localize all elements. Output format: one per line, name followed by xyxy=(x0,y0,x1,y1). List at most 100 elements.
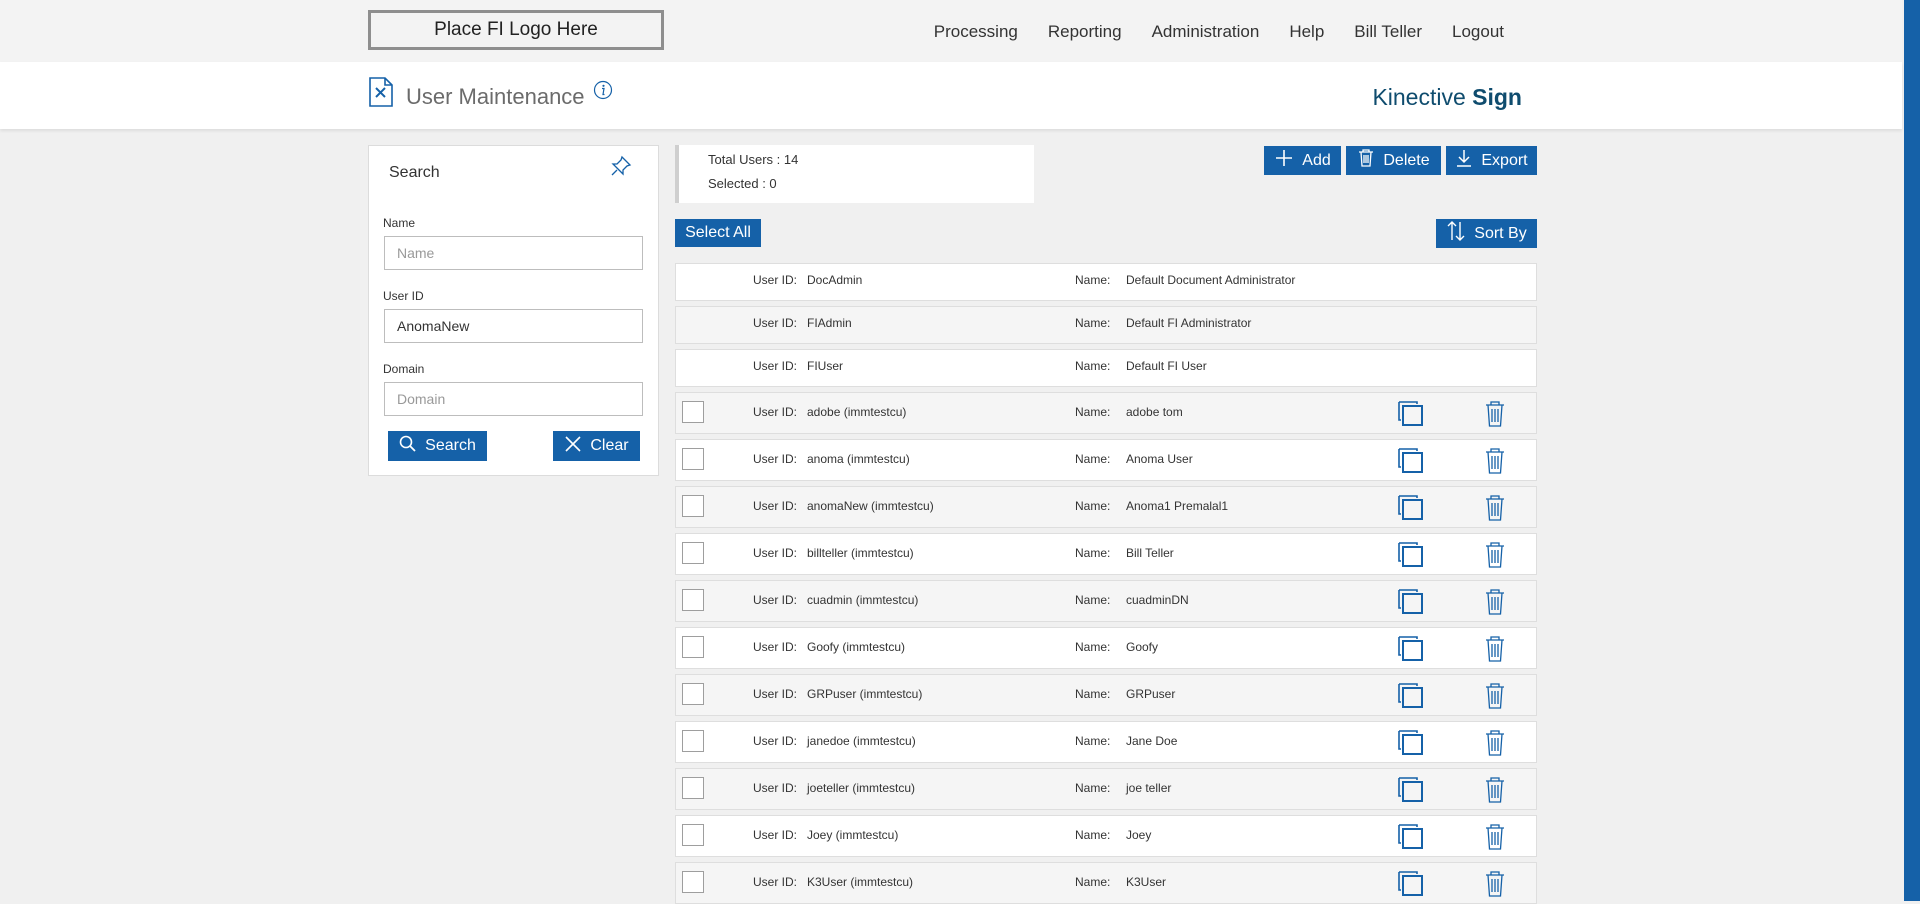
trash-icon[interactable] xyxy=(1484,823,1506,854)
user-row[interactable]: User ID: GRPuser (immtestcu) Name: GRPuser xyxy=(675,674,1537,716)
nav-user-name[interactable]: Bill Teller xyxy=(1354,22,1422,42)
trash-icon[interactable] xyxy=(1484,494,1506,525)
page-title: User Maintenance xyxy=(406,84,585,109)
user-row[interactable]: User ID: K3User (immtestcu) Name: K3User xyxy=(675,862,1537,904)
name-value: Anoma User xyxy=(1126,452,1193,466)
user-id-label: User ID: xyxy=(753,359,798,373)
summary-box: Total Users : 14 Selected : 0 xyxy=(675,145,1034,203)
row-checkbox[interactable] xyxy=(682,542,704,564)
trash-icon[interactable] xyxy=(1484,588,1506,619)
row-checkbox[interactable] xyxy=(682,448,704,470)
copy-icon[interactable] xyxy=(1397,776,1425,807)
row-checkbox[interactable] xyxy=(682,495,704,517)
name-value: Default FI User xyxy=(1126,359,1207,373)
delete-button-label: Delete xyxy=(1383,151,1430,169)
name-value: Default FI Administrator xyxy=(1126,316,1252,330)
user-id-label: User ID: xyxy=(753,546,798,560)
user-id-label: User ID: xyxy=(753,687,798,701)
user-row[interactable]: User ID: janedoe (immtestcu) Name: Jane Doe xyxy=(675,721,1537,763)
name-label: Name: xyxy=(1075,640,1111,654)
user-row[interactable]: User ID: FIAdmin Name: Default FI Administr… xyxy=(675,306,1537,344)
user-row[interactable]: User ID: anomaNew (immtestcu) Name: Anoma1 … xyxy=(675,486,1537,528)
name-input[interactable] xyxy=(384,236,643,270)
copy-icon[interactable] xyxy=(1397,400,1425,431)
pin-icon[interactable] xyxy=(609,154,633,183)
title-band xyxy=(0,62,1902,129)
export-button[interactable]: Export xyxy=(1446,146,1537,175)
user-id-value: K3User (immtestcu) xyxy=(807,875,914,889)
copy-icon[interactable] xyxy=(1397,541,1425,572)
nav-administration[interactable]: Administration xyxy=(1152,22,1260,42)
copy-icon[interactable] xyxy=(1397,588,1425,619)
user-id-label: User ID: xyxy=(753,593,798,607)
row-checkbox[interactable] xyxy=(682,636,704,658)
copy-icon[interactable] xyxy=(1397,823,1425,854)
name-label: Name: xyxy=(1075,875,1111,889)
row-checkbox[interactable] xyxy=(682,589,704,611)
nav-processing[interactable]: Processing xyxy=(934,22,1018,42)
clear-button[interactable]: Clear xyxy=(553,431,640,461)
trash-icon[interactable] xyxy=(1484,776,1506,807)
nav-help[interactable]: Help xyxy=(1289,22,1324,42)
row-checkbox[interactable] xyxy=(682,777,704,799)
name-label: Name: xyxy=(1075,316,1111,330)
copy-icon[interactable] xyxy=(1397,635,1425,666)
sort-by-button[interactable]: Sort By xyxy=(1436,219,1537,248)
row-checkbox[interactable] xyxy=(682,824,704,846)
add-button[interactable]: Add xyxy=(1264,146,1341,175)
copy-icon[interactable] xyxy=(1397,729,1425,760)
row-checkbox[interactable] xyxy=(682,683,704,705)
row-checkbox[interactable] xyxy=(682,871,704,893)
brand-wordmark: Kinective Sign xyxy=(1372,84,1522,111)
user-id-label: User ID: xyxy=(753,781,798,795)
user-row[interactable]: User ID: anoma (immtestcu) Name: Anoma User xyxy=(675,439,1537,481)
user-id-input[interactable] xyxy=(384,309,643,343)
user-row[interactable]: User ID: billteller (immtestcu) Name: Bill … xyxy=(675,533,1537,575)
user-row[interactable]: User ID: cuadmin (immtestcu) Name: cuadminD… xyxy=(675,580,1537,622)
search-button[interactable]: Search xyxy=(388,431,487,461)
user-id-label: User ID: xyxy=(753,640,798,654)
select-all-button[interactable]: Select All xyxy=(675,219,761,247)
user-row[interactable]: User ID: FIUser Name: Default FI User xyxy=(675,349,1537,387)
user-row[interactable]: User ID: Joey (immtestcu) Name: Joey xyxy=(675,815,1537,857)
trash-icon[interactable] xyxy=(1484,541,1506,572)
export-button-label: Export xyxy=(1481,151,1528,169)
document-wrench-icon xyxy=(368,76,394,113)
page-scrollbar[interactable] xyxy=(1904,0,1920,901)
user-id-label: User ID: xyxy=(753,405,798,419)
sort-icon xyxy=(1446,220,1466,247)
name-value: Goofy xyxy=(1126,640,1159,654)
user-id-value: adobe (immtestcu) xyxy=(807,405,907,419)
user-row[interactable]: User ID: DocAdmin Name: Default Document Ad… xyxy=(675,263,1537,301)
copy-icon[interactable] xyxy=(1397,494,1425,525)
name-label: Name: xyxy=(1075,405,1111,419)
nav-reporting[interactable]: Reporting xyxy=(1048,22,1122,42)
user-row[interactable]: User ID: adobe (immtestcu) Name: adobe tom xyxy=(675,392,1537,434)
user-id-value: anoma (immtestcu) xyxy=(807,452,910,466)
trash-icon[interactable] xyxy=(1484,682,1506,713)
row-checkbox[interactable] xyxy=(682,401,704,423)
domain-input[interactable] xyxy=(384,382,643,416)
copy-icon[interactable] xyxy=(1397,870,1425,901)
name-value: K3User xyxy=(1126,875,1167,889)
copy-icon[interactable] xyxy=(1397,447,1425,478)
user-id-label: User ID: xyxy=(753,452,798,466)
trash-icon[interactable] xyxy=(1484,635,1506,666)
trash-icon[interactable] xyxy=(1484,447,1506,478)
trash-icon[interactable] xyxy=(1484,729,1506,760)
user-row[interactable]: User ID: Goofy (immtestcu) Name: Goofy xyxy=(675,627,1537,669)
name-label: Name: xyxy=(1075,593,1111,607)
nav-logout[interactable]: Logout xyxy=(1452,22,1504,42)
name-value: Jane Doe xyxy=(1126,734,1178,748)
name-label: Name: xyxy=(1075,546,1111,560)
search-panel-title: Search xyxy=(389,164,440,181)
name-label: Name: xyxy=(1075,499,1111,513)
row-checkbox[interactable] xyxy=(682,730,704,752)
delete-button[interactable]: Delete xyxy=(1346,146,1441,175)
trash-icon[interactable] xyxy=(1484,870,1506,901)
trash-icon[interactable] xyxy=(1484,400,1506,431)
user-id-value: FIUser xyxy=(807,359,843,373)
info-icon[interactable] xyxy=(593,80,613,105)
copy-icon[interactable] xyxy=(1397,682,1425,713)
user-row[interactable]: User ID: joeteller (immtestcu) Name: joe te… xyxy=(675,768,1537,810)
